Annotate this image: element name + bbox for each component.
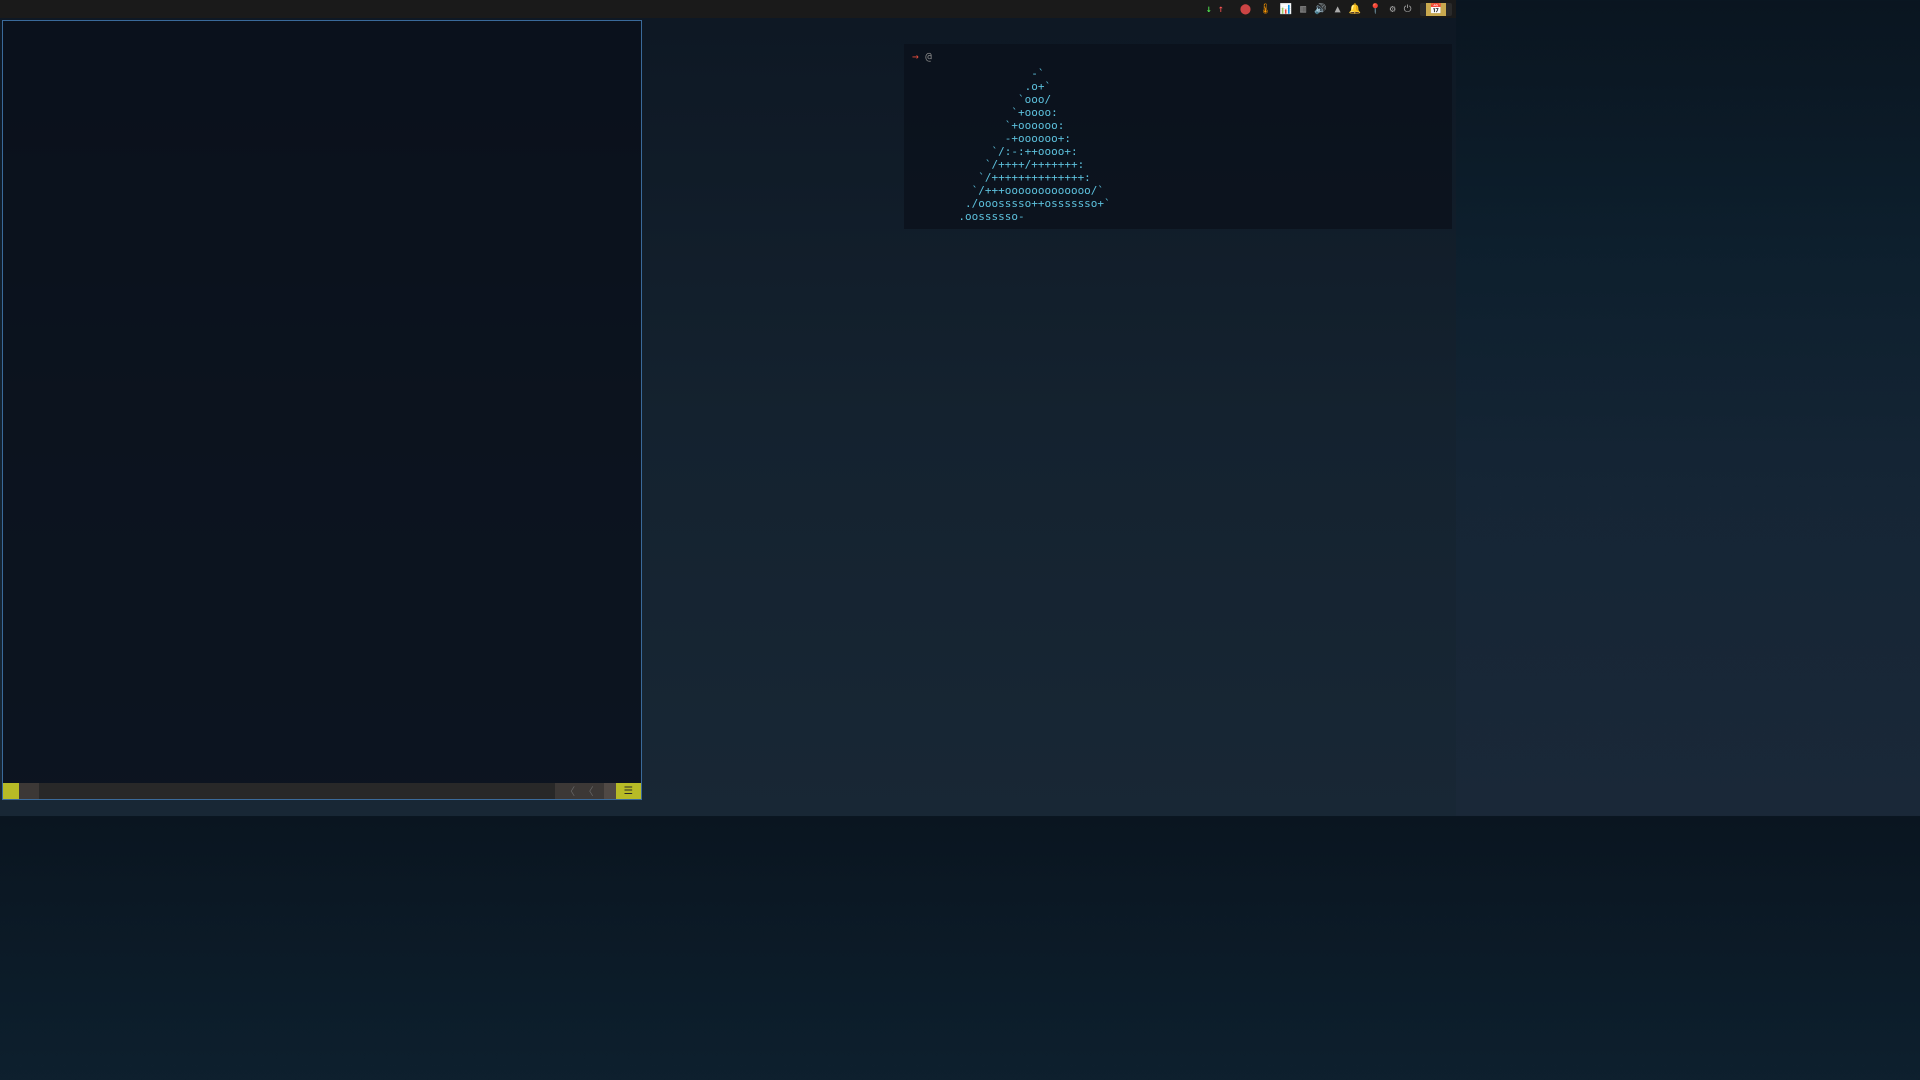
layout-icon[interactable]: ▥ [1300, 4, 1306, 15]
vim-file [19, 783, 39, 799]
neofetch-logo: -` .o+` `ooo/ `+oooo: `+oooooo: -+oooooo… [912, 67, 1111, 223]
settings-icon[interactable]: ⚙ [1390, 4, 1396, 15]
notification-icon[interactable]: 🔔 [1349, 4, 1361, 15]
pacman-icon: ⬤ [1240, 4, 1251, 15]
power-icon[interactable]: ⏻ [1404, 4, 1412, 15]
terminal[interactable]: → @ -` .o+` `ooo/ `+oooo: `+oooooo: -+oo… [904, 44, 1452, 229]
prompt-line: → @ [912, 50, 1444, 63]
vim-buffer[interactable] [3, 21, 641, 29]
net-widget: ↓ ↑ [1206, 4, 1224, 15]
vim-editor[interactable]: 〈〈 ☰ [2, 20, 642, 800]
vim-mode [3, 783, 19, 799]
vim-fileinfo: 〈〈 [555, 783, 604, 799]
location-icon[interactable]: 📍 [1369, 4, 1381, 15]
topbar: ↓ ↑ ⬤ 🌡 📊 ▥ 🔊 ▲ 🔔 📍 ⚙ ⏻ 📅 [0, 0, 1456, 18]
vim-statusline: 〈〈 ☰ [3, 783, 641, 799]
temp-widget: 🌡 [1259, 4, 1272, 15]
volume-icon[interactable]: 🔊 [1314, 4, 1326, 15]
mem-widget: 📊 [1280, 4, 1292, 15]
clock-widget: 📅 [1420, 3, 1452, 16]
systray-icon[interactable]: ▲ [1335, 4, 1341, 15]
vim-position: ☰ [616, 783, 641, 799]
vim-percent [604, 783, 616, 799]
